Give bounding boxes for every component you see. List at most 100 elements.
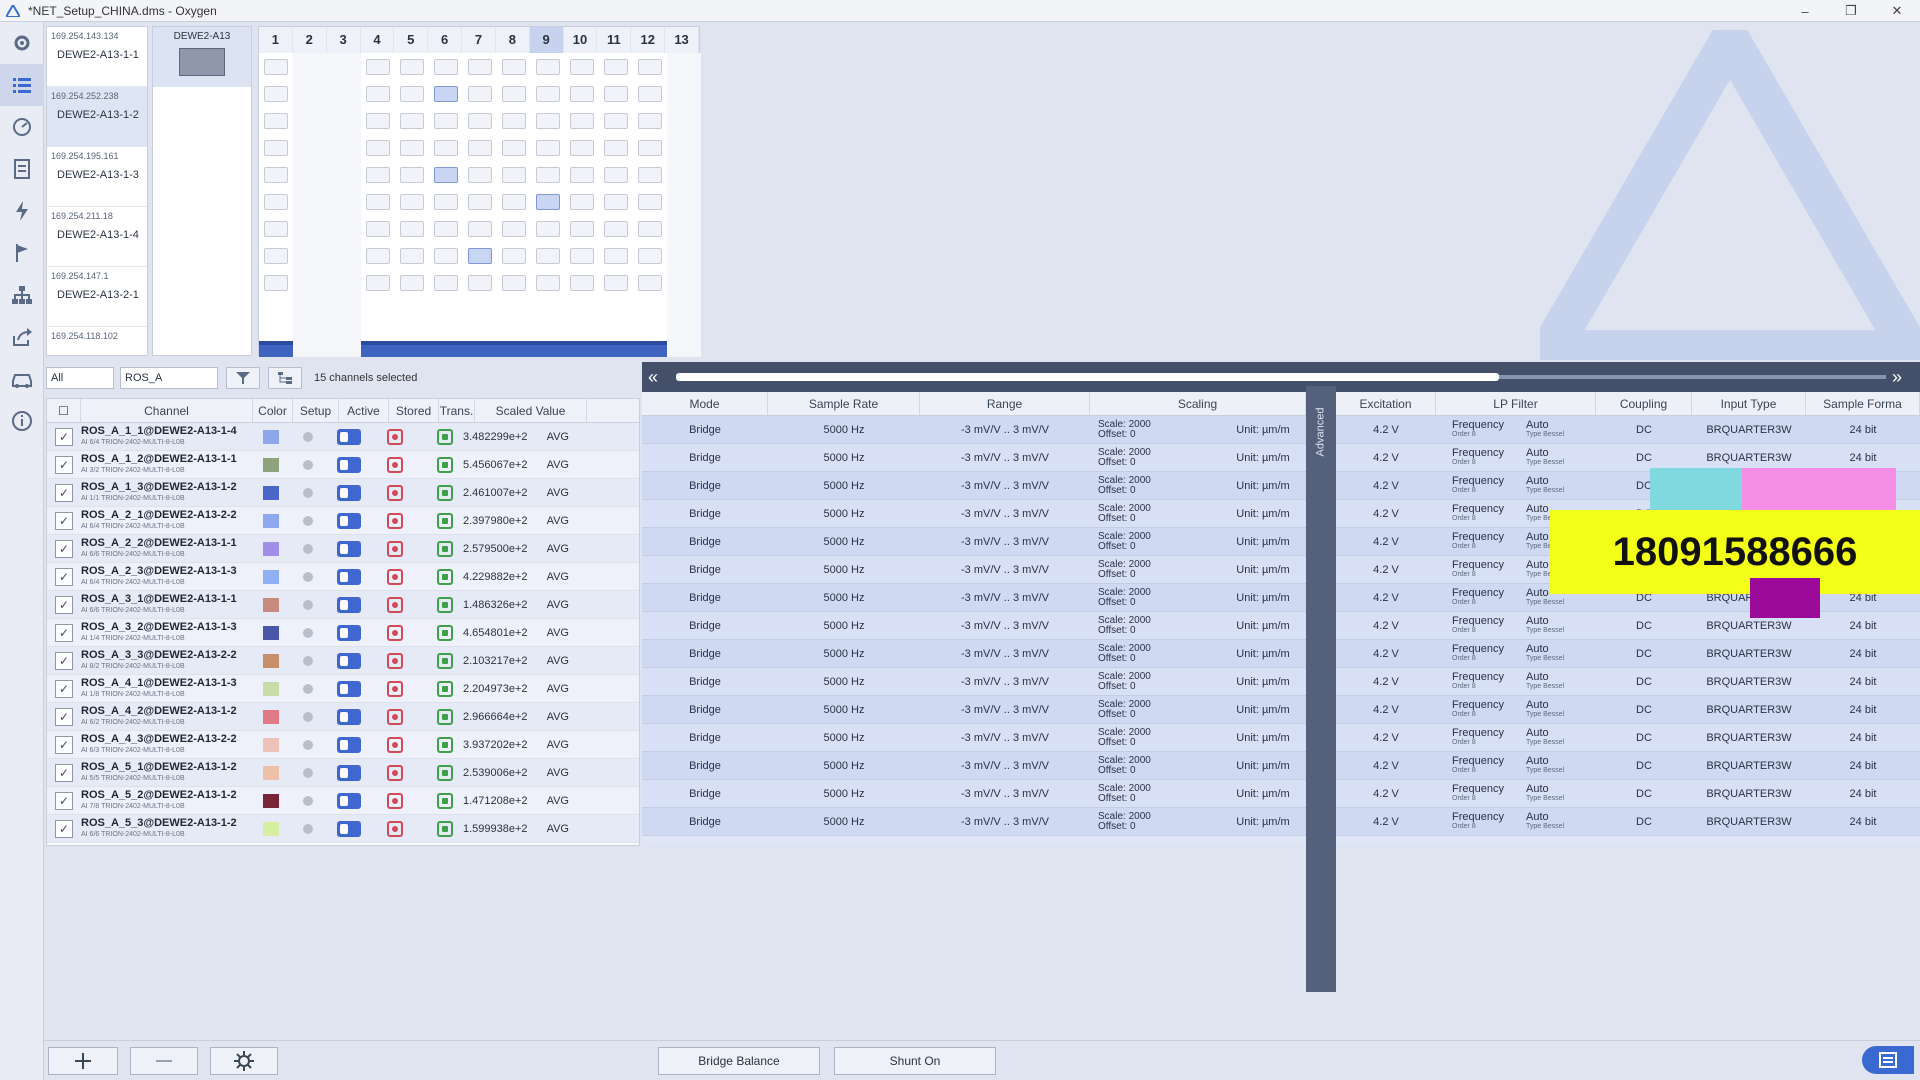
mode-cell[interactable]: Bridge [642, 592, 768, 604]
device-item[interactable]: 169.254.195.161 DEWE2-A13-1-3 [47, 147, 147, 207]
scale-cell[interactable]: Scale: 2000 Offset: 0 [1090, 587, 1220, 608]
scale-cell[interactable]: Scale: 2000 Offset: 0 [1090, 727, 1220, 748]
connector-icon[interactable] [264, 140, 288, 156]
trans-toggle-icon[interactable] [437, 652, 453, 669]
input-type-cell[interactable]: BRQUARTER3W [1692, 704, 1806, 716]
row-checkbox[interactable]: ✓ [55, 567, 73, 586]
connector-icon[interactable] [468, 113, 492, 129]
lp-filter-cell[interactable]: Frequency Order 8 [1436, 587, 1526, 608]
sample-format-cell[interactable]: 24 bit [1806, 760, 1920, 772]
coupling-cell[interactable]: DC [1596, 620, 1692, 632]
color-swatch[interactable] [263, 597, 279, 612]
connector-icon[interactable] [638, 248, 662, 264]
input-type-cell[interactable]: BRQUARTER3W [1692, 620, 1806, 632]
connector-icon[interactable] [604, 140, 628, 156]
rate-cell[interactable]: 5000 Hz [768, 592, 920, 604]
connector-icon[interactable] [400, 194, 424, 210]
trans-toggle-icon[interactable] [437, 820, 453, 837]
connector-icon[interactable] [366, 140, 390, 156]
input-type-cell[interactable]: BRQUARTER3W [1692, 424, 1806, 436]
connector-icon[interactable] [434, 167, 458, 183]
connector-icon[interactable] [638, 221, 662, 237]
device-card[interactable]: DEWE2-A13 [152, 26, 252, 356]
slot-header[interactable]: 11 [597, 27, 632, 53]
stored-toggle-icon[interactable] [387, 568, 403, 585]
connector-icon[interactable] [536, 86, 560, 102]
mode-cell[interactable]: Bridge [642, 620, 768, 632]
connector-icon[interactable] [434, 113, 458, 129]
connector-icon[interactable] [366, 113, 390, 129]
connector-icon[interactable] [468, 59, 492, 75]
trans-toggle-icon[interactable] [437, 540, 453, 557]
lp-auto-cell[interactable]: Auto Type Bessel [1526, 727, 1596, 748]
connector-icon[interactable] [638, 86, 662, 102]
connector-icon[interactable] [468, 221, 492, 237]
trans-toggle-icon[interactable] [437, 680, 453, 697]
unit-cell[interactable]: Unit: µm/m [1220, 816, 1306, 828]
restore-button[interactable]: ❐ [1828, 0, 1874, 22]
excitation-cell[interactable]: 4.2 V [1336, 452, 1436, 464]
connector-icon[interactable] [536, 140, 560, 156]
scale-cell[interactable]: Scale: 2000 Offset: 0 [1090, 531, 1220, 552]
slot-header[interactable]: 5 [394, 27, 429, 53]
connector-icon[interactable] [502, 59, 526, 75]
stored-toggle-icon[interactable] [387, 456, 403, 473]
connector-icon[interactable] [434, 59, 458, 75]
table-row[interactable]: ✓ ROS_A_2_2@DEWE2-A13-1-1 AI 6/6 TRION-240… [47, 535, 639, 563]
setup-icon[interactable] [303, 599, 313, 610]
connector-icon[interactable] [604, 86, 628, 102]
table-row[interactable]: ✓ ROS_A_5_2@DEWE2-A13-1-2 AI 7/8 TRION-240… [47, 787, 639, 815]
connector-icon[interactable] [434, 140, 458, 156]
input-type-cell[interactable]: BRQUARTER3W [1692, 788, 1806, 800]
rate-cell[interactable]: 5000 Hz [768, 704, 920, 716]
range-cell[interactable]: -3 mV/V .. 3 mV/V [920, 676, 1090, 688]
connector-icon[interactable] [400, 248, 424, 264]
mode-cell[interactable]: Bridge [642, 424, 768, 436]
col-lp-filter[interactable]: LP Filter [1436, 392, 1596, 415]
connector-icon[interactable] [400, 86, 424, 102]
lp-filter-cell[interactable]: Frequency Order 8 [1436, 447, 1526, 468]
add-channel-button[interactable] [48, 1047, 118, 1075]
unit-cell[interactable]: Unit: µm/m [1220, 620, 1306, 632]
input-type-cell[interactable]: BRQUARTER3W [1692, 760, 1806, 772]
stored-toggle-icon[interactable] [387, 680, 403, 697]
table-row[interactable]: ✓ ROS_A_1_2@DEWE2-A13-1-1 AI 3/2 TRION-240… [47, 451, 639, 479]
connector-icon[interactable] [468, 275, 492, 291]
input-type-cell[interactable]: BRQUARTER3W [1692, 732, 1806, 744]
active-toggle[interactable] [337, 596, 361, 613]
col-coupling[interactable]: Coupling [1596, 392, 1692, 415]
lp-filter-cell[interactable]: Frequency Order 8 [1436, 671, 1526, 692]
col-sample-format[interactable]: Sample Forma [1806, 392, 1920, 415]
rate-cell[interactable]: 5000 Hz [768, 536, 920, 548]
slot-column[interactable] [667, 53, 701, 357]
sample-format-cell[interactable]: 24 bit [1806, 732, 1920, 744]
table-row[interactable]: ✓ ROS_A_4_2@DEWE2-A13-1-2 AI 6/2 TRION-240… [47, 703, 639, 731]
scale-cell[interactable]: Scale: 2000 Offset: 0 [1090, 475, 1220, 496]
channel-settings-button[interactable] [210, 1047, 278, 1075]
bridge-balance-button[interactable]: Bridge Balance [658, 1047, 820, 1075]
slot-header[interactable]: 13 [665, 27, 699, 53]
rate-cell[interactable]: 5000 Hz [768, 676, 920, 688]
scale-cell[interactable]: Scale: 2000 Offset: 0 [1090, 559, 1220, 580]
slot-column[interactable] [429, 53, 463, 357]
stored-toggle-icon[interactable] [387, 820, 403, 837]
excitation-cell[interactable]: 4.2 V [1336, 536, 1436, 548]
lp-filter-cell[interactable]: Frequency Order 8 [1436, 475, 1526, 496]
filter-button[interactable] [226, 367, 260, 389]
stored-toggle-icon[interactable] [387, 512, 403, 529]
slot-column[interactable] [327, 53, 361, 357]
active-toggle[interactable] [337, 568, 361, 585]
active-toggle[interactable] [337, 820, 361, 837]
active-toggle[interactable] [337, 736, 361, 753]
connector-icon[interactable] [366, 59, 390, 75]
stored-toggle-icon[interactable] [387, 708, 403, 725]
document-icon[interactable] [0, 148, 44, 190]
trans-toggle-icon[interactable] [437, 764, 453, 781]
mode-cell[interactable]: Bridge [642, 704, 768, 716]
stored-toggle-icon[interactable] [387, 624, 403, 641]
table-row[interactable]: ✓ ROS_A_5_1@DEWE2-A13-1-2 AI 5/5 TRION-240… [47, 759, 639, 787]
connector-icon[interactable] [638, 194, 662, 210]
setup-icon[interactable] [303, 767, 313, 778]
coupling-cell[interactable]: DC [1596, 648, 1692, 660]
excitation-cell[interactable]: 4.2 V [1336, 508, 1436, 520]
